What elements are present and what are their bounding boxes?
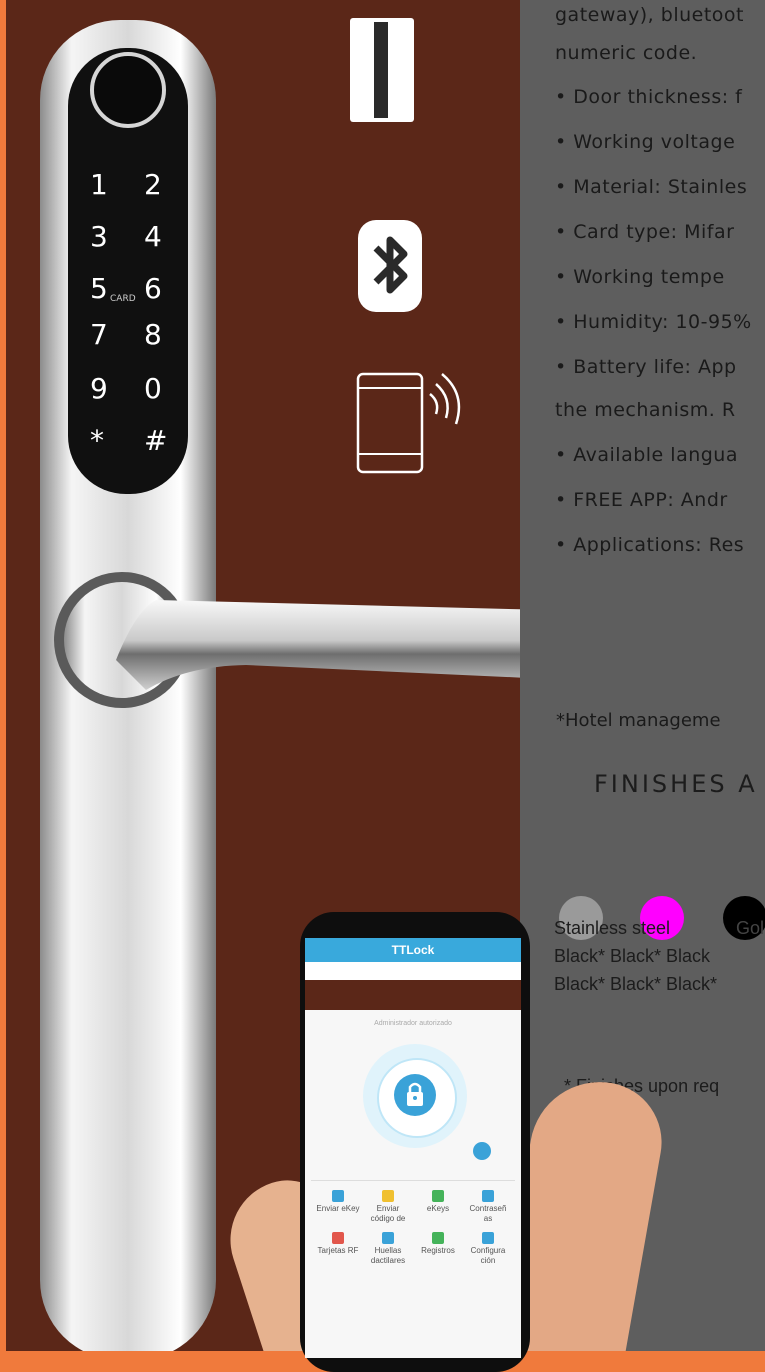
spec-gateway: gateway), bluetoot (555, 4, 744, 26)
spec-numeric: numeric code. (555, 42, 698, 64)
key-4[interactable]: 4 (144, 220, 162, 253)
key-8[interactable]: 8 (144, 318, 162, 351)
spec-card-type: • Card type: Mifar (555, 221, 735, 243)
feature-label: Tarjetas RF (317, 1246, 359, 1255)
feature-label: Configura ción (470, 1246, 506, 1265)
spec-free-app: • FREE APP: Andr (555, 489, 728, 511)
hand-right (520, 1070, 672, 1351)
feature-label: Contraseñ as (469, 1204, 507, 1223)
admin-label: Administrador autorizado (374, 1020, 452, 1027)
feature-icon (432, 1190, 444, 1202)
specs-panel: gateway), bluetoot numeric code. • Door … (520, 0, 765, 1351)
bluetooth-icon (358, 220, 422, 312)
feature-label: eKeys (426, 1204, 450, 1213)
phone-screen: TTLock Administrador autorizado Enviar e… (305, 938, 521, 1358)
app-title-bar: TTLock (305, 938, 521, 962)
card-icon (350, 18, 414, 122)
app-body: Administrador autorizado Enviar eKey Envi… (305, 1010, 521, 1358)
key-5[interactable]: 5 (90, 272, 108, 305)
finish-row-3: Black* Black* Black* (554, 974, 718, 994)
feature-label: Enviar eKey (316, 1204, 360, 1213)
key-0[interactable]: 0 (144, 372, 162, 405)
key-7[interactable]: 7 (90, 318, 108, 351)
fingerprint-sensor[interactable] (90, 52, 166, 128)
finish-row-2: Black* Black* Black (554, 946, 711, 966)
feature-icon (382, 1232, 394, 1244)
feature-icon (482, 1190, 494, 1202)
spec-door-thickness: • Door thickness: f (555, 86, 743, 108)
key-1[interactable]: 1 (90, 168, 108, 201)
feature-label: Registros (421, 1246, 455, 1255)
spec-battery-life: • Battery life: App (555, 356, 737, 378)
feature-grid-item[interactable]: Huellas dactilares (365, 1232, 411, 1266)
key-hash[interactable]: # (144, 424, 167, 457)
spec-languages: • Available langua (555, 444, 738, 466)
feature-grid-item[interactable]: Tarjetas RF (315, 1232, 361, 1256)
spec-humidity: • Humidity: 10-95% (555, 311, 752, 333)
unlock-button[interactable] (394, 1074, 436, 1116)
feature-icon (482, 1232, 494, 1244)
hotel-management-note: *Hotel manageme (556, 710, 721, 731)
finish-label-stainless: Stainless steel (554, 918, 671, 938)
spec-working-temp: • Working tempe (555, 266, 725, 288)
spec-working-voltage: • Working voltage (555, 131, 736, 153)
feature-grid-item[interactable]: Enviar eKey (315, 1190, 361, 1214)
key-6[interactable]: 6 (144, 272, 162, 305)
feature-icon (332, 1190, 344, 1202)
spec-applications: • Applications: Res (555, 534, 745, 556)
card-label: CARD (110, 294, 136, 304)
feature-grid-item[interactable]: Enviar código de (365, 1190, 411, 1224)
feature-label: Enviar código de (370, 1204, 406, 1223)
feature-icon (332, 1232, 344, 1244)
key-3[interactable]: 3 (90, 220, 108, 253)
feature-label: Huellas dactilares (370, 1246, 406, 1265)
finishes-title: FINISHES A (594, 770, 758, 798)
key-9[interactable]: 9 (90, 372, 108, 405)
padlock-icon (407, 1082, 423, 1106)
rfid-card-icon (356, 372, 461, 474)
finish-label-gold: Gol (736, 918, 765, 938)
feature-icon (382, 1190, 394, 1202)
app-header-strip (305, 978, 521, 1010)
feature-icon (432, 1232, 444, 1244)
feature-grid-item[interactable]: Configura ción (465, 1232, 511, 1266)
key-2[interactable]: 2 (144, 168, 162, 201)
gateway-icon[interactable] (473, 1142, 491, 1160)
feature-grid-item[interactable]: Registros (415, 1232, 461, 1256)
feature-grid-item[interactable]: Contraseñ as (465, 1190, 511, 1224)
spec-material: • Material: Stainles (555, 176, 748, 198)
key-star[interactable]: * (90, 424, 104, 457)
spec-mechanism: the mechanism. R (555, 399, 736, 421)
feature-grid-item[interactable]: eKeys (415, 1190, 461, 1214)
